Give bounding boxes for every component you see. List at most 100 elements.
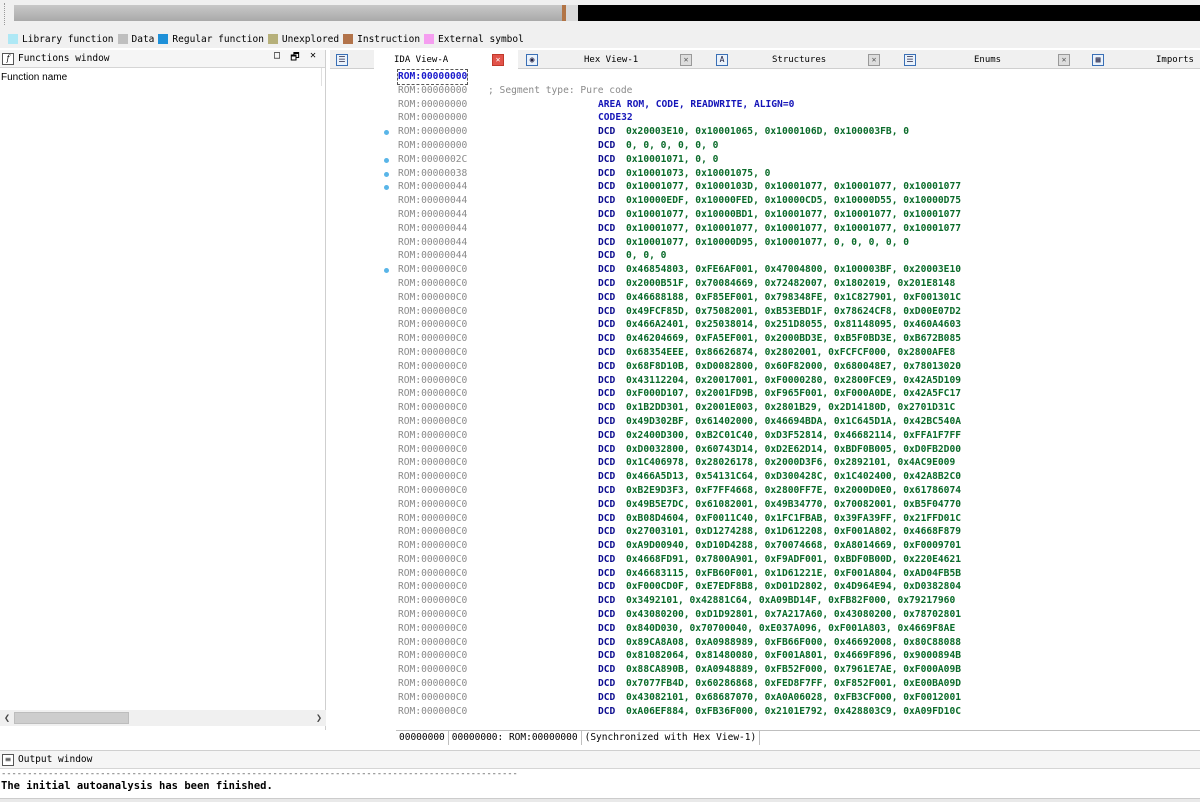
breakpoint-dot-icon[interactable]	[384, 157, 389, 163]
disasm-address[interactable]: ROM:000000C0	[398, 512, 467, 526]
tab-enums[interactable]: ☰ Enums ✕	[902, 50, 1078, 69]
disasm-line[interactable]: ROM:000000C0 DCD 0xA06EF884, 0xFB36F000, 0…	[398, 705, 1200, 719]
disasm-mnemonic[interactable]: DCD	[598, 167, 615, 181]
disasm-address[interactable]: ROM:00000000	[398, 139, 467, 153]
disasm-line[interactable]: ROM:000000C0 DCD 0x4668FD91, 0x7800A901, 0…	[398, 553, 1200, 567]
disasm-mnemonic[interactable]: DCD	[598, 512, 615, 526]
disasm-operands[interactable]: 0x68F8D10B, 0xD0082800, 0x60F82000, 0x68…	[626, 360, 961, 374]
disasm-operands[interactable]: 0x49FCF85D, 0x75082001, 0xB53EBD1F, 0x78…	[626, 305, 961, 319]
disasm-address[interactable]: ROM:000000C0	[398, 277, 467, 291]
disasm-line[interactable]: ROM:000000C0 DCD 0x46688188, 0xF85EF001, 0…	[398, 291, 1200, 305]
disasm-address[interactable]: ROM:00000044	[398, 208, 467, 222]
disasm-line[interactable]: ROM:000000C0 DCD 0x2400D300, 0xB2C01C40, 0…	[398, 429, 1200, 443]
disasm-address[interactable]: ROM:000000C0	[398, 443, 467, 457]
disasm-operands[interactable]: 0x466A2401, 0x25038014, 0x251D8055, 0x81…	[626, 318, 961, 332]
disasm-address[interactable]: ROM:000000C0	[398, 429, 467, 443]
disasm-operands[interactable]: 0x89CA8A08, 0xA0988989, 0xFB66F000, 0x46…	[626, 636, 961, 650]
disasm-mnemonic[interactable]: DCD	[598, 594, 615, 608]
disasm-mnemonic[interactable]: DCD	[598, 277, 615, 291]
nav-segment-data-2[interactable]	[566, 5, 578, 21]
disasm-line[interactable]: ROM:00000038 DCD 0x10001073, 0x10001075, 0	[398, 167, 1200, 181]
disasm-line[interactable]: ROM:000000C0 DCD 0x81082064, 0x81480080, 0…	[398, 649, 1200, 663]
disasm-operands[interactable]: 0x49B5E7DC, 0x61082001, 0x49B34770, 0x70…	[626, 498, 961, 512]
disasm-line[interactable]: ROM:0000002C DCD 0x10001071, 0, 0	[398, 153, 1200, 167]
navigation-band[interactable]	[0, 0, 1200, 30]
disasm-mnemonic[interactable]: DCD	[598, 580, 615, 594]
disasm-line[interactable]: ROM:000000C0 DCD 0x49B5E7DC, 0x61082001, 0…	[398, 498, 1200, 512]
disasm-operands[interactable]: 0x10001077, 0x10000D95, 0x10001077, 0, 0…	[626, 236, 909, 250]
disasm-operands[interactable]: 0x43082101, 0x68687070, 0xA0A06028, 0xFB…	[626, 691, 961, 705]
disasm-line[interactable]: ROM:000000C0 DCD 0x68354EEE, 0x86626874, 0…	[398, 346, 1200, 360]
disasm-operands[interactable]: 0x88CA890B, 0xA0948889, 0xFB52F000, 0x79…	[626, 663, 961, 677]
scroll-track[interactable]	[14, 712, 312, 724]
close-tab-icon[interactable]: ✕	[492, 53, 504, 66]
tab-imports[interactable]: ▦ Imports	[1092, 50, 1200, 69]
float-button[interactable]: 🗗	[289, 50, 301, 67]
disasm-mnemonic[interactable]: DCD	[598, 470, 615, 484]
disasm-address[interactable]: ROM:000000C0	[398, 305, 467, 319]
disasm-operands[interactable]: 0xF000CD0F, 0xE7EDF8B8, 0xD01D2802, 0x4D…	[626, 580, 961, 594]
disasm-mnemonic[interactable]: DCD	[598, 125, 615, 139]
disasm-mnemonic[interactable]: DCD	[598, 263, 615, 277]
disasm-operands[interactable]: 0x4668FD91, 0x7800A901, 0xF9ADF001, 0xBD…	[626, 553, 961, 567]
disasm-line[interactable]: ROM:00000000 DCD 0, 0, 0, 0, 0, 0	[398, 139, 1200, 153]
disasm-mnemonic[interactable]: DCD	[598, 705, 615, 719]
close-tab-icon[interactable]: ✕	[680, 53, 692, 66]
disasm-mnemonic[interactable]: DCD	[598, 360, 615, 374]
disasm-line[interactable]: ROM:000000C0 DCD 0x27003101, 0xD1274288, 0…	[398, 525, 1200, 539]
disasm-mnemonic[interactable]: DCD	[598, 139, 615, 153]
ida-view-sidebar-icon[interactable]: ☰	[336, 50, 350, 69]
disasm-mnemonic[interactable]: DCD	[598, 401, 615, 415]
scroll-left-icon[interactable]: ❮	[0, 713, 14, 724]
tab-ida-view-a[interactable]: IDA View-A ✕	[374, 50, 518, 69]
disasm-mnemonic[interactable]: DCD	[598, 622, 615, 636]
disasm-line[interactable]: ROM:00000000 ; Segment type: Pure code	[398, 84, 1200, 98]
disasm-address[interactable]: ROM:000000C0	[398, 608, 467, 622]
disasm-address[interactable]: ROM:00000038	[398, 167, 467, 181]
disasm-operands[interactable]: 0x49D302BF, 0x61402000, 0x46694BDA, 0x1C…	[626, 415, 961, 429]
disasm-operands[interactable]: 0x81082064, 0x81480080, 0xF001A801, 0x46…	[626, 649, 961, 663]
disasm-mnemonic[interactable]: DCD	[598, 525, 615, 539]
disasm-mnemonic[interactable]: DCD	[598, 208, 615, 222]
disasm-operands[interactable]: 0xA06EF884, 0xFB36F000, 0x2101E792, 0x42…	[626, 705, 961, 719]
disasm-mnemonic[interactable]: DCD	[598, 332, 615, 346]
disasm-mnemonic[interactable]: DCD	[598, 374, 615, 388]
disasm-mnemonic[interactable]: DCD	[598, 539, 615, 553]
disasm-operands[interactable]: 0, 0, 0	[626, 249, 666, 263]
disasm-operands[interactable]: 0x46204669, 0xFA5EF001, 0x2000BD3E, 0xB5…	[626, 332, 961, 346]
disasm-mnemonic[interactable]: DCD	[598, 649, 615, 663]
disasm-mnemonic[interactable]: DCD	[598, 222, 615, 236]
disasm-line[interactable]: ROM:00000000 AREA ROM, CODE, READWRITE, A…	[398, 98, 1200, 112]
disasm-operands[interactable]: 0xB2E9D3F3, 0xF7FF4668, 0x2800FF7E, 0x20…	[626, 484, 961, 498]
disasm-address[interactable]: ROM:000000C0	[398, 346, 467, 360]
disasm-mnemonic[interactable]: DCD	[598, 249, 615, 263]
disasm-mnemonic[interactable]: DCD	[598, 553, 615, 567]
disasm-mnemonic[interactable]: DCD	[598, 305, 615, 319]
tab-hex-view-1[interactable]: ◉ Hex View-1 ✕	[524, 50, 702, 69]
disasm-mnemonic[interactable]: DCD	[598, 677, 615, 691]
disasm-mnemonic[interactable]: DCD	[598, 153, 615, 167]
disasm-address[interactable]: ROM:000000C0	[398, 663, 467, 677]
disasm-line[interactable]: ROM:000000C0 DCD 0xF000CD0F, 0xE7EDF8B8, 0…	[398, 580, 1200, 594]
disasm-address[interactable]: ROM:000000C0	[398, 360, 467, 374]
disasm-operands[interactable]: 0x840D030, 0x70700040, 0xE037A096, 0xF00…	[626, 622, 955, 636]
disasm-line[interactable]: ROM:000000C0 DCD 0x49D302BF, 0x61402000, 0…	[398, 415, 1200, 429]
disasm-operands[interactable]: 0x10001077, 0x1000103D, 0x10001077, 0x10…	[626, 180, 961, 194]
disasm-line[interactable]: ROM:00000044 DCD 0x10001077, 0x10000D95, 0…	[398, 236, 1200, 250]
disasm-line[interactable]: ROM:000000C0 DCD 0x3492101, 0x42881C64, 0x…	[398, 594, 1200, 608]
disasm-operands[interactable]: 0x2400D300, 0xB2C01C40, 0xD3F52814, 0x46…	[626, 429, 961, 443]
close-tab-icon[interactable]: ✕	[868, 53, 880, 66]
disasm-address[interactable]: ROM:000000C0	[398, 553, 467, 567]
disasm-line[interactable]: ROM:00000000 DCD 0x20003E10, 0x10001065, 0…	[398, 125, 1200, 139]
disasm-line[interactable]: ROM:000000C0 DCD 0xB2E9D3F3, 0xF7FF4668, 0…	[398, 484, 1200, 498]
disasm-mnemonic[interactable]: DCD	[598, 194, 615, 208]
disasm-mnemonic[interactable]: DCD	[598, 456, 615, 470]
disasm-address[interactable]: ROM:00000044	[398, 222, 467, 236]
disasm-line[interactable]: ROM:000000C0 DCD 0x43112204, 0x20017001, 0…	[398, 374, 1200, 388]
disasm-mnemonic[interactable]: DCD	[598, 415, 615, 429]
disasm-mnemonic[interactable]: DCD	[598, 663, 615, 677]
disasm-address[interactable]: ROM:000000C0	[398, 622, 467, 636]
disasm-address[interactable]: ROM:000000C0	[398, 539, 467, 553]
close-button[interactable]: ✕	[307, 50, 319, 67]
disasm-address[interactable]: ROM:000000C0	[398, 374, 467, 388]
